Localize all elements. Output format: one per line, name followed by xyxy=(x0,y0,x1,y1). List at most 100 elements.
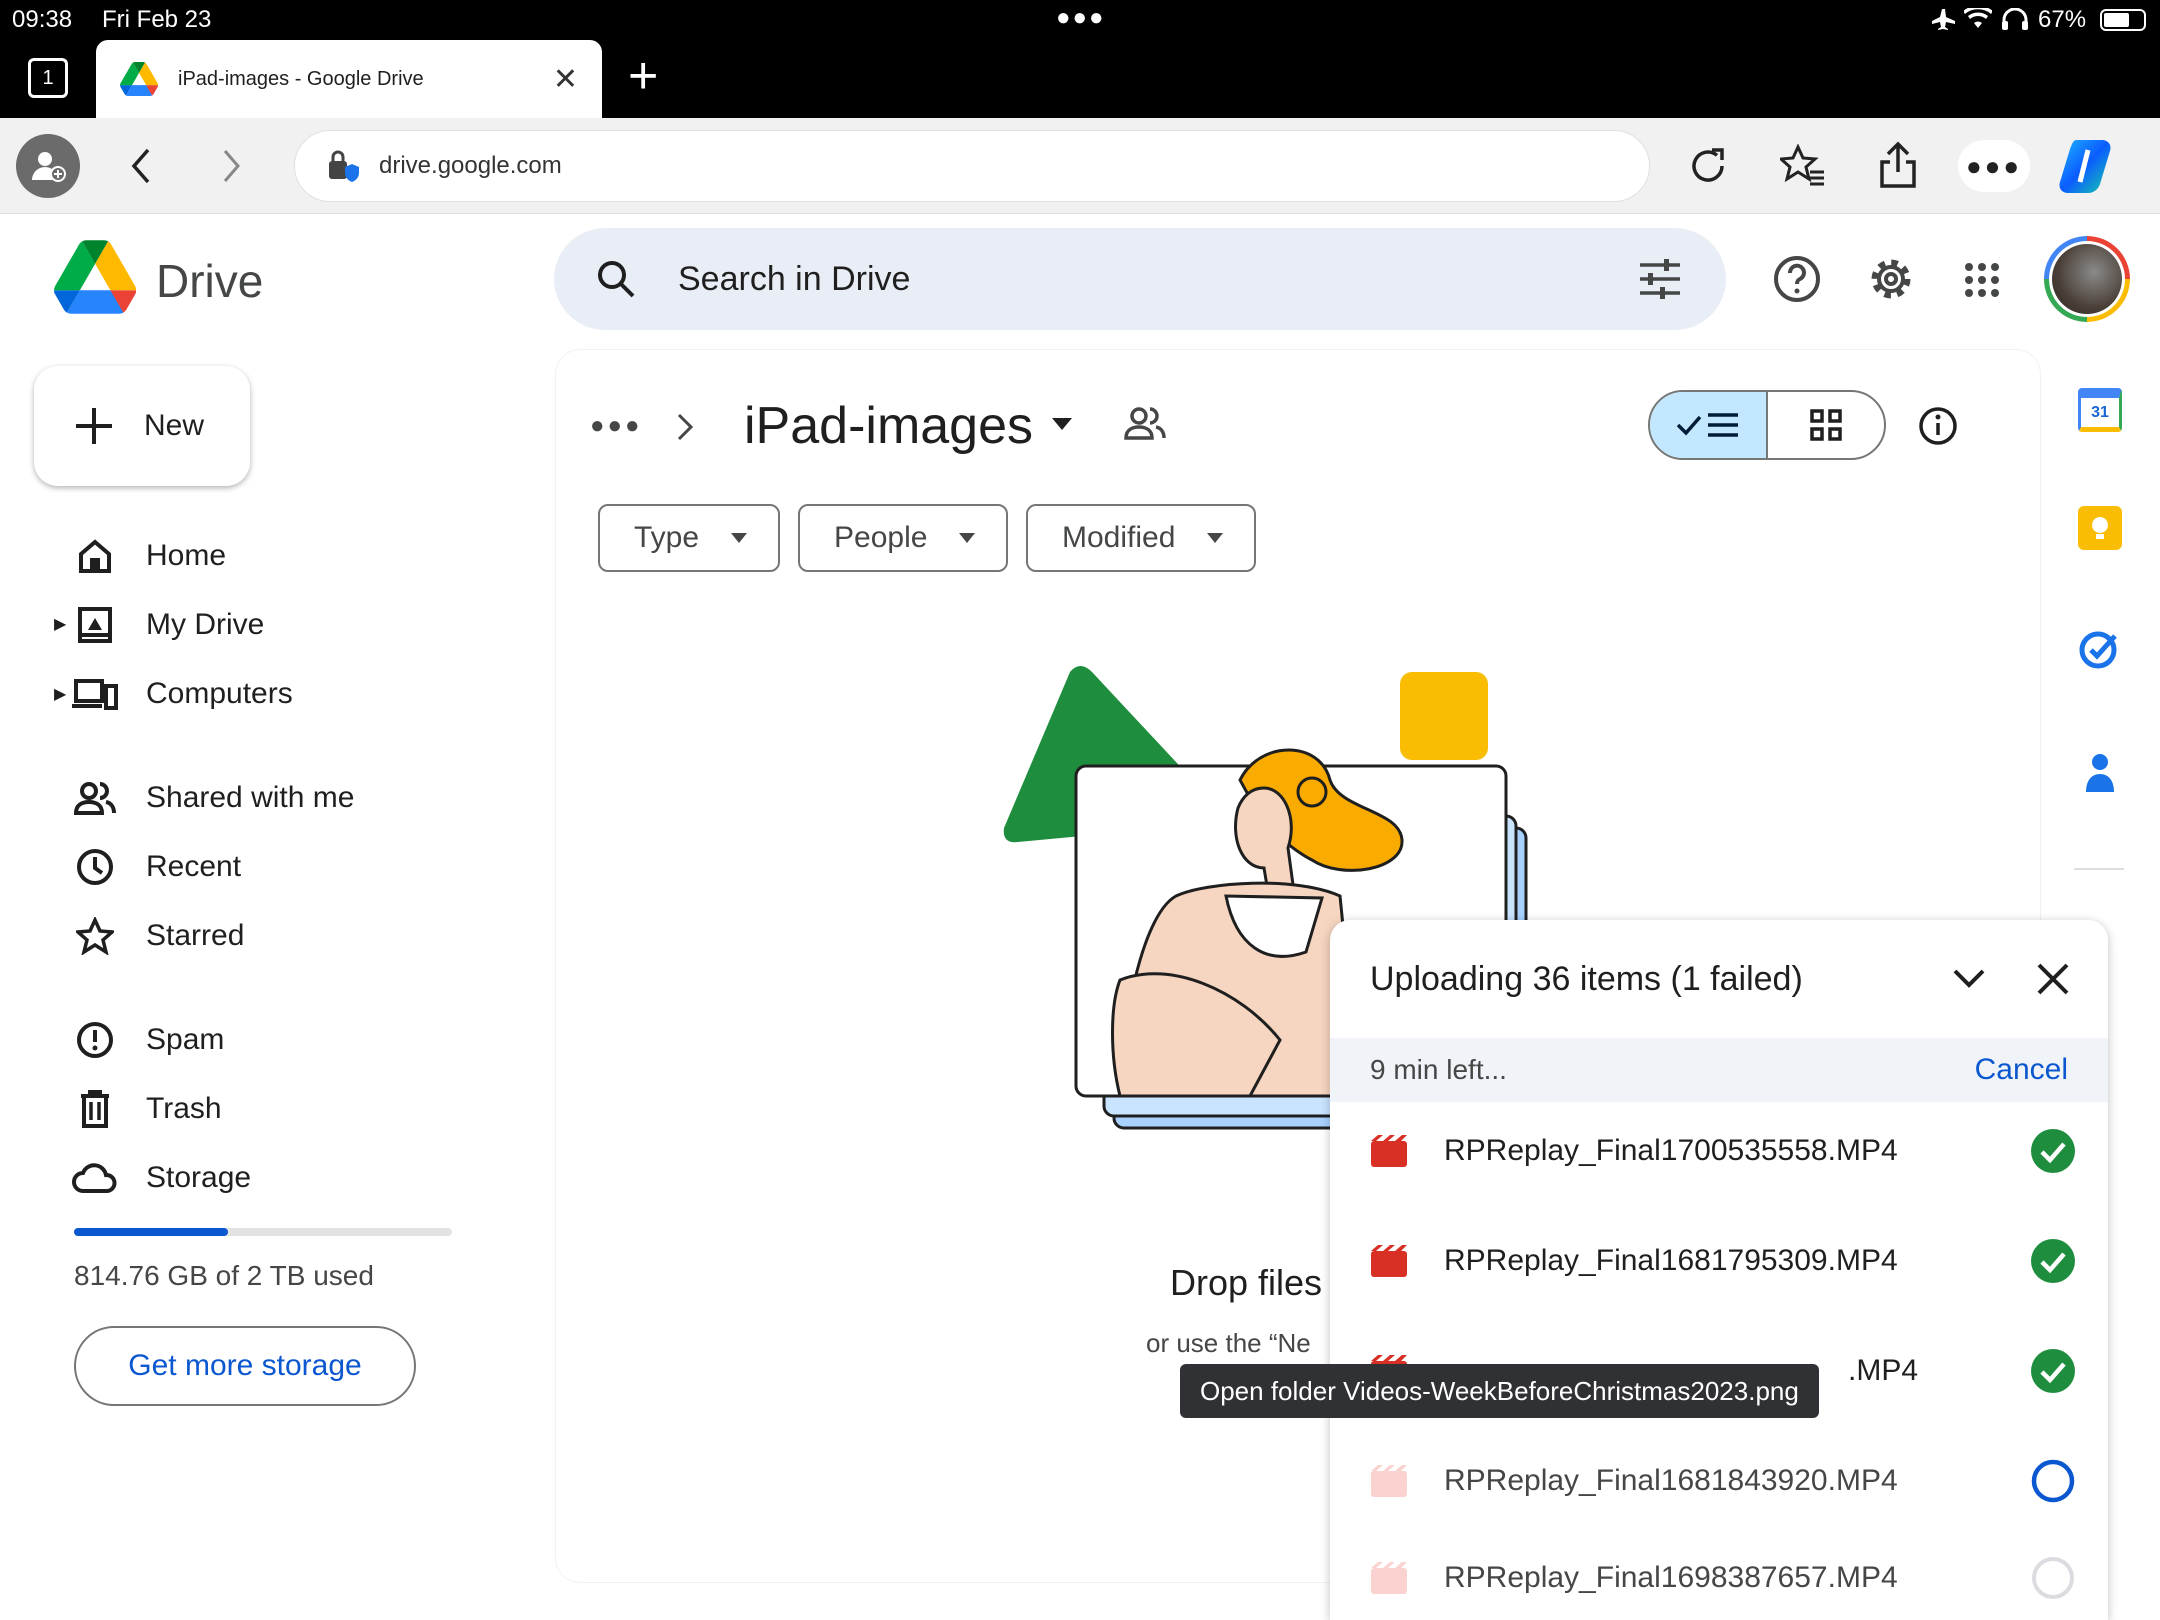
upload-item-name: .MP4 xyxy=(1848,1354,1919,1387)
close-tab-icon[interactable]: ✕ xyxy=(553,62,578,97)
breadcrumb-more-icon[interactable]: ●●● xyxy=(590,412,643,440)
tasks-icon[interactable] xyxy=(2078,626,2122,670)
cloud-icon xyxy=(70,1153,120,1203)
copilot-icon[interactable] xyxy=(2058,136,2120,196)
filter-modified-chip[interactable]: Modified xyxy=(1026,504,1256,572)
status-time: 09:38 xyxy=(12,6,73,33)
site-info-icon[interactable] xyxy=(325,149,359,183)
home-icon xyxy=(70,531,120,581)
sidebar-item-label: Spam xyxy=(146,1023,225,1056)
search-options-icon[interactable] xyxy=(1638,259,1682,299)
grid-view-icon xyxy=(1810,409,1842,441)
video-file-icon xyxy=(1371,1562,1407,1594)
upload-complete-icon xyxy=(2031,1349,2075,1393)
favorites-icon[interactable] xyxy=(1780,144,1826,188)
upload-item[interactable]: RPReplay_Final1698387657.MP4 xyxy=(1330,1536,2108,1620)
spam-icon xyxy=(70,1015,120,1065)
expand-computers-icon[interactable]: ▶ xyxy=(54,684,66,704)
view-toggle xyxy=(1648,390,1886,460)
get-more-storage-button[interactable]: Get more storage xyxy=(74,1326,416,1406)
calendar-icon[interactable]: 31 xyxy=(2078,388,2122,432)
share-icon[interactable] xyxy=(1878,140,1918,190)
new-tab-icon[interactable]: + xyxy=(628,46,658,106)
sidebar-item-label: Starred xyxy=(146,919,245,952)
upload-item[interactable]: RPReplay_Final1700535558.MP4 xyxy=(1330,1096,2108,1206)
profile-icon[interactable] xyxy=(16,134,80,198)
upload-item[interactable]: RPReplay_Final1681843920.MP4 xyxy=(1330,1426,2108,1536)
contacts-icon[interactable] xyxy=(2080,750,2120,794)
filter-type-chip[interactable]: Type xyxy=(598,504,780,572)
folder-title[interactable]: iPad-images xyxy=(744,396,1033,456)
refresh-icon[interactable] xyxy=(1688,144,1730,188)
search-icon[interactable] xyxy=(594,257,638,301)
new-button[interactable]: New xyxy=(34,366,250,486)
sidebar-item-computers[interactable]: Computers xyxy=(70,666,293,722)
sidebar-item-storage[interactable]: Storage xyxy=(70,1150,251,1206)
keep-icon[interactable] xyxy=(2078,506,2122,550)
search-bar[interactable]: Search in Drive xyxy=(554,228,1726,330)
help-icon[interactable] xyxy=(1772,254,1822,304)
chevron-down-icon xyxy=(1207,533,1223,543)
star-icon xyxy=(70,911,120,961)
url-bar[interactable]: drive.google.com xyxy=(294,130,1650,202)
browser-tab-active[interactable]: iPad-images - Google Drive ✕ xyxy=(96,40,602,118)
settings-icon[interactable] xyxy=(1866,254,1916,304)
cancel-upload-button[interactable]: Cancel xyxy=(1975,1053,2068,1087)
browser-toolbar: drive.google.com ●●● xyxy=(0,118,2160,214)
tab-count: 1 xyxy=(42,66,54,89)
grid-view-button[interactable] xyxy=(1768,392,1884,458)
breadcrumb-chevron-icon xyxy=(677,413,694,441)
collapse-icon[interactable] xyxy=(1952,968,1986,990)
list-view-icon xyxy=(1676,413,1738,437)
empty-state-subtitle: or use the “Ne xyxy=(1146,1328,1311,1358)
url-text: drive.google.com xyxy=(379,152,562,179)
drive-logo-icon xyxy=(120,62,158,96)
upload-complete-icon xyxy=(2031,1239,2075,1283)
storage-bar xyxy=(74,1228,452,1236)
upload-item[interactable]: RPReplay_Final1681795309.MP4 xyxy=(1330,1206,2108,1316)
multitask-dots-icon[interactable]: ●●● xyxy=(1056,4,1106,32)
close-panel-icon[interactable] xyxy=(2036,962,2070,996)
sidebar-item-home[interactable]: Home xyxy=(70,528,226,584)
tab-switcher-button[interactable]: 1 xyxy=(28,58,68,98)
my-drive-icon xyxy=(70,600,120,650)
upload-item-name: RPReplay_Final1681843920.MP4 xyxy=(1444,1464,1898,1497)
sidebar-item-my-drive[interactable]: My Drive xyxy=(70,597,264,653)
battery-icon xyxy=(2100,9,2146,31)
expand-my-drive-icon[interactable]: ▶ xyxy=(54,614,66,634)
chip-label: Modified xyxy=(1062,521,1176,554)
sidebar-item-label: Storage xyxy=(146,1161,252,1194)
sidebar-item-recent[interactable]: Recent xyxy=(70,839,241,895)
new-button-label: New xyxy=(144,409,205,442)
sidebar-item-trash[interactable]: Trash xyxy=(70,1081,222,1137)
forward-icon[interactable] xyxy=(222,148,242,184)
account-avatar[interactable] xyxy=(2044,236,2130,322)
info-icon[interactable] xyxy=(1918,406,1958,446)
drive-logo-icon xyxy=(54,240,136,314)
sidebar-item-shared-with-me[interactable]: Shared with me xyxy=(70,770,354,826)
browser-tab-bar: 1 iPad-images - Google Drive ✕ + xyxy=(0,40,2160,118)
wifi-icon xyxy=(1964,8,1992,28)
tooltip: Open folder Videos-WeekBeforeChristmas20… xyxy=(1180,1364,1819,1418)
status-bar: 09:38 Fri Feb 23 ●●● 67% xyxy=(0,0,2160,40)
list-view-button[interactable] xyxy=(1650,392,1768,458)
sidebar-item-spam[interactable]: Spam xyxy=(70,1012,224,1068)
apps-grid-icon[interactable] xyxy=(1964,262,2000,298)
more-menu-icon[interactable]: ●●● xyxy=(1958,140,2030,192)
sidebar-item-label: Recent xyxy=(146,850,242,883)
people-icon xyxy=(70,773,120,823)
shared-folder-icon[interactable] xyxy=(1124,406,1166,440)
upload-progress-bar: 9 min left... Cancel xyxy=(1330,1038,2108,1102)
time-left-text: 9 min left... xyxy=(1370,1054,1507,1085)
back-icon[interactable] xyxy=(130,146,152,186)
folder-menu-caret-icon[interactable] xyxy=(1050,416,1074,432)
upload-pending-icon xyxy=(2032,1557,2074,1599)
plus-icon xyxy=(76,408,112,444)
sidebar-item-label: Shared with me xyxy=(146,781,355,814)
sidebar-item-label: Computers xyxy=(146,677,293,710)
search-input[interactable]: Search in Drive xyxy=(678,260,910,299)
sidebar-item-starred[interactable]: Starred xyxy=(70,908,244,964)
video-file-icon xyxy=(1371,1465,1407,1497)
chevron-down-icon xyxy=(731,533,747,543)
filter-people-chip[interactable]: People xyxy=(798,504,1008,572)
